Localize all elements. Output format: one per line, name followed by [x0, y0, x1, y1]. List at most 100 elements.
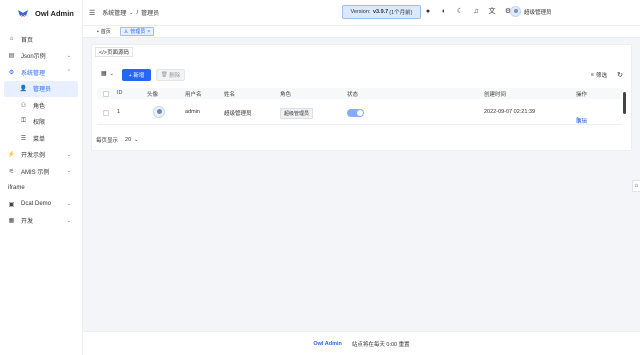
tab-label: 首页	[100, 29, 111, 35]
bell-icon[interactable]: ♫	[472, 7, 480, 15]
cell-username: admin	[185, 109, 200, 115]
cell-name: 超级管理员	[224, 111, 252, 117]
per-page-select[interactable]: 20 ⌄	[125, 137, 138, 143]
user-name: 超级管理员	[524, 9, 552, 16]
grid-icon: ▦	[101, 71, 107, 77]
version-badge[interactable]: Version: v3.9.7 (1个月前)	[342, 5, 421, 19]
table-scrollbar[interactable]	[623, 92, 626, 114]
amis-icon: ⚟	[8, 168, 15, 175]
sidebar-item-label: 系统管理	[21, 70, 46, 77]
col-username: 用户名	[185, 92, 202, 98]
sidebar-item-label: iframe	[8, 184, 25, 191]
tab-admin[interactable]: ♙ 管理员 ×	[119, 27, 155, 36]
version-suffix: (1个月前)	[389, 10, 413, 16]
permission-icon: ⚿	[21, 118, 26, 125]
tab-home[interactable]: ▪ 首页	[94, 27, 114, 36]
sidebar-item-label: Dcat Demo	[21, 201, 52, 208]
sidebar-item-menu[interactable]: ☰ 菜单	[0, 130, 82, 147]
system-icon: ⚙	[8, 69, 15, 76]
sidebar-item-label: 开发示例	[21, 153, 46, 160]
user-icon: 👤	[19, 86, 28, 93]
sidebar-item-label: 开发	[21, 219, 34, 226]
sidebar-item-role[interactable]: ⚇ 角色	[0, 97, 82, 114]
dcat-icon: ▣	[8, 201, 15, 208]
page-source-button[interactable]: </>页面源码	[95, 47, 133, 57]
menu-icon: ☰	[20, 135, 27, 142]
sidebar-item-label: Json示例	[21, 54, 46, 61]
role-icon: ⚇	[20, 102, 27, 109]
edit-label: 编辑	[576, 119, 588, 125]
sidebar-menu: ⌂ 首页 ▤ Json示例 ⌄ ⚙ 系统管理 ⌃ 👤 管理员 ⚇ 角色 ⚿ 权限 ☰ 菜单 ⚡ 开发…	[0, 31, 82, 229]
pagination: 每页显示 20 ⌄	[96, 136, 138, 144]
admin-crud-panel: </>页面源码 ▦ ⌄ + 新增 🗑 删除 ≡ 筛选 ↻ ID 头像 用户名 姓名 …	[91, 44, 632, 151]
breadcrumb: 系统管理 ⌄ / 管理员	[102, 8, 159, 18]
sidebar-item-permission[interactable]: ⚿ 权限	[0, 114, 82, 131]
close-icon[interactable]: ×	[147, 29, 150, 35]
col-status: 状态	[347, 92, 359, 98]
sidebar-item-label: 菜单	[33, 136, 46, 143]
tab-label: 管理员	[130, 29, 146, 35]
table-row: 1 admin 超级管理员 超级管理员 2022-09-07 02:21:39 …	[97, 101, 622, 125]
refresh-icon[interactable]: ↻	[617, 69, 623, 81]
user-menu[interactable]: 超级管理员	[510, 6, 552, 17]
collapse-sidebar-icon[interactable]: ☰	[89, 9, 95, 17]
sidebar-item-label: 权限	[33, 120, 46, 127]
page-tabs: ▪ 首页 ♙ 管理员 ×	[83, 26, 640, 38]
chevron-down-icon: ⌄	[66, 151, 71, 158]
col-avatar: 头像	[147, 92, 159, 98]
version-prefix: Version:	[350, 9, 371, 15]
cell-id: 1	[117, 109, 121, 115]
chevron-down-icon: ⌄	[66, 168, 71, 174]
add-button[interactable]: + 新增	[122, 69, 151, 81]
sidebar-item-dev[interactable]: ▦ 开发 ⌄	[0, 213, 82, 230]
col-id[interactable]: ID	[117, 90, 123, 96]
sidebar-item-system[interactable]: ⚙ 系统管理 ⌃	[0, 64, 82, 81]
filter-button[interactable]: ≡ 筛选	[591, 69, 607, 81]
table-header: ID 头像 用户名 姓名 角色 状态 创建时间 操作	[97, 88, 622, 99]
header-icons: ● ◐ ☾ ♫ 文 ⚙	[424, 7, 512, 16]
code-icon: ⚡	[7, 152, 16, 159]
crud-toolbar: ▦ ⌄ + 新增 🗑 删除 ≡ 筛选 ↻	[101, 69, 625, 81]
column-toggle-button[interactable]: ▦ ⌄	[101, 70, 114, 78]
sidebar-item-dev-examples[interactable]: ⚡ 开发示例 ⌄	[0, 147, 82, 164]
sidebar-item-label: 角色	[33, 103, 46, 110]
app-title: Owl Admin	[35, 8, 74, 18]
sidebar-item-json[interactable]: ▤ Json示例 ⌄	[0, 48, 82, 65]
sidebar-item-amis[interactable]: ⚟ AMIS 示例 ⌄	[0, 163, 82, 180]
sidebar-item-home[interactable]: ⌂ 首页	[0, 31, 82, 48]
footer: Owl Admin 站点将在每天 0:00 重置	[83, 331, 640, 355]
delete-label: 删除	[169, 73, 181, 79]
sidebar-item-dcat[interactable]: ▣ Dcat Demo ⌄	[0, 196, 82, 213]
per-page-value: 20	[125, 137, 132, 143]
footer-text: 站点将在每天 0:00 重置	[351, 341, 410, 348]
owl-logo-icon	[18, 10, 28, 17]
user-icon: ♙	[123, 28, 129, 35]
logo[interactable]: Owl Admin	[0, 0, 82, 26]
chevron-down-icon: ⌄	[66, 201, 71, 207]
row-checkbox[interactable]	[103, 110, 109, 116]
translate-icon[interactable]: 文	[488, 7, 496, 15]
status-toggle[interactable]	[347, 109, 364, 117]
moon-icon[interactable]: ☾	[456, 7, 464, 15]
col-name: 姓名	[224, 92, 236, 98]
bulk-delete-button[interactable]: 🗑 删除	[156, 69, 185, 81]
sidebar-item-iframe[interactable]: iframe	[0, 180, 82, 197]
home-icon: ⌂	[9, 36, 14, 43]
chevron-down-icon: ⌄	[134, 137, 139, 143]
chevron-down-icon: ⌄	[66, 217, 71, 224]
sidebar: Owl Admin ⌂ 首页 ▤ Json示例 ⌄ ⚙ 系统管理 ⌃ 👤 管理员 ⚇ 角色 ⚿…	[0, 0, 83, 355]
home-icon: ▪	[97, 28, 99, 35]
per-page-label: 每页显示	[96, 138, 119, 144]
col-created: 创建时间	[484, 92, 507, 98]
floating-home-icon[interactable]: ⌂	[632, 180, 640, 192]
breadcrumb-parent[interactable]: 系统管理	[102, 8, 126, 17]
select-all-checkbox[interactable]	[103, 91, 109, 97]
sidebar-item-admin[interactable]: 👤 管理员	[4, 80, 78, 97]
avatar	[510, 6, 521, 17]
github-icon[interactable]: ●	[424, 7, 432, 15]
theme-icon[interactable]: ◐	[440, 7, 448, 15]
footer-brand[interactable]: Owl Admin	[313, 341, 342, 347]
col-actions: 操作	[576, 92, 588, 98]
breadcrumb-separator: /	[136, 9, 139, 16]
trash-icon: 🗑	[160, 72, 168, 78]
